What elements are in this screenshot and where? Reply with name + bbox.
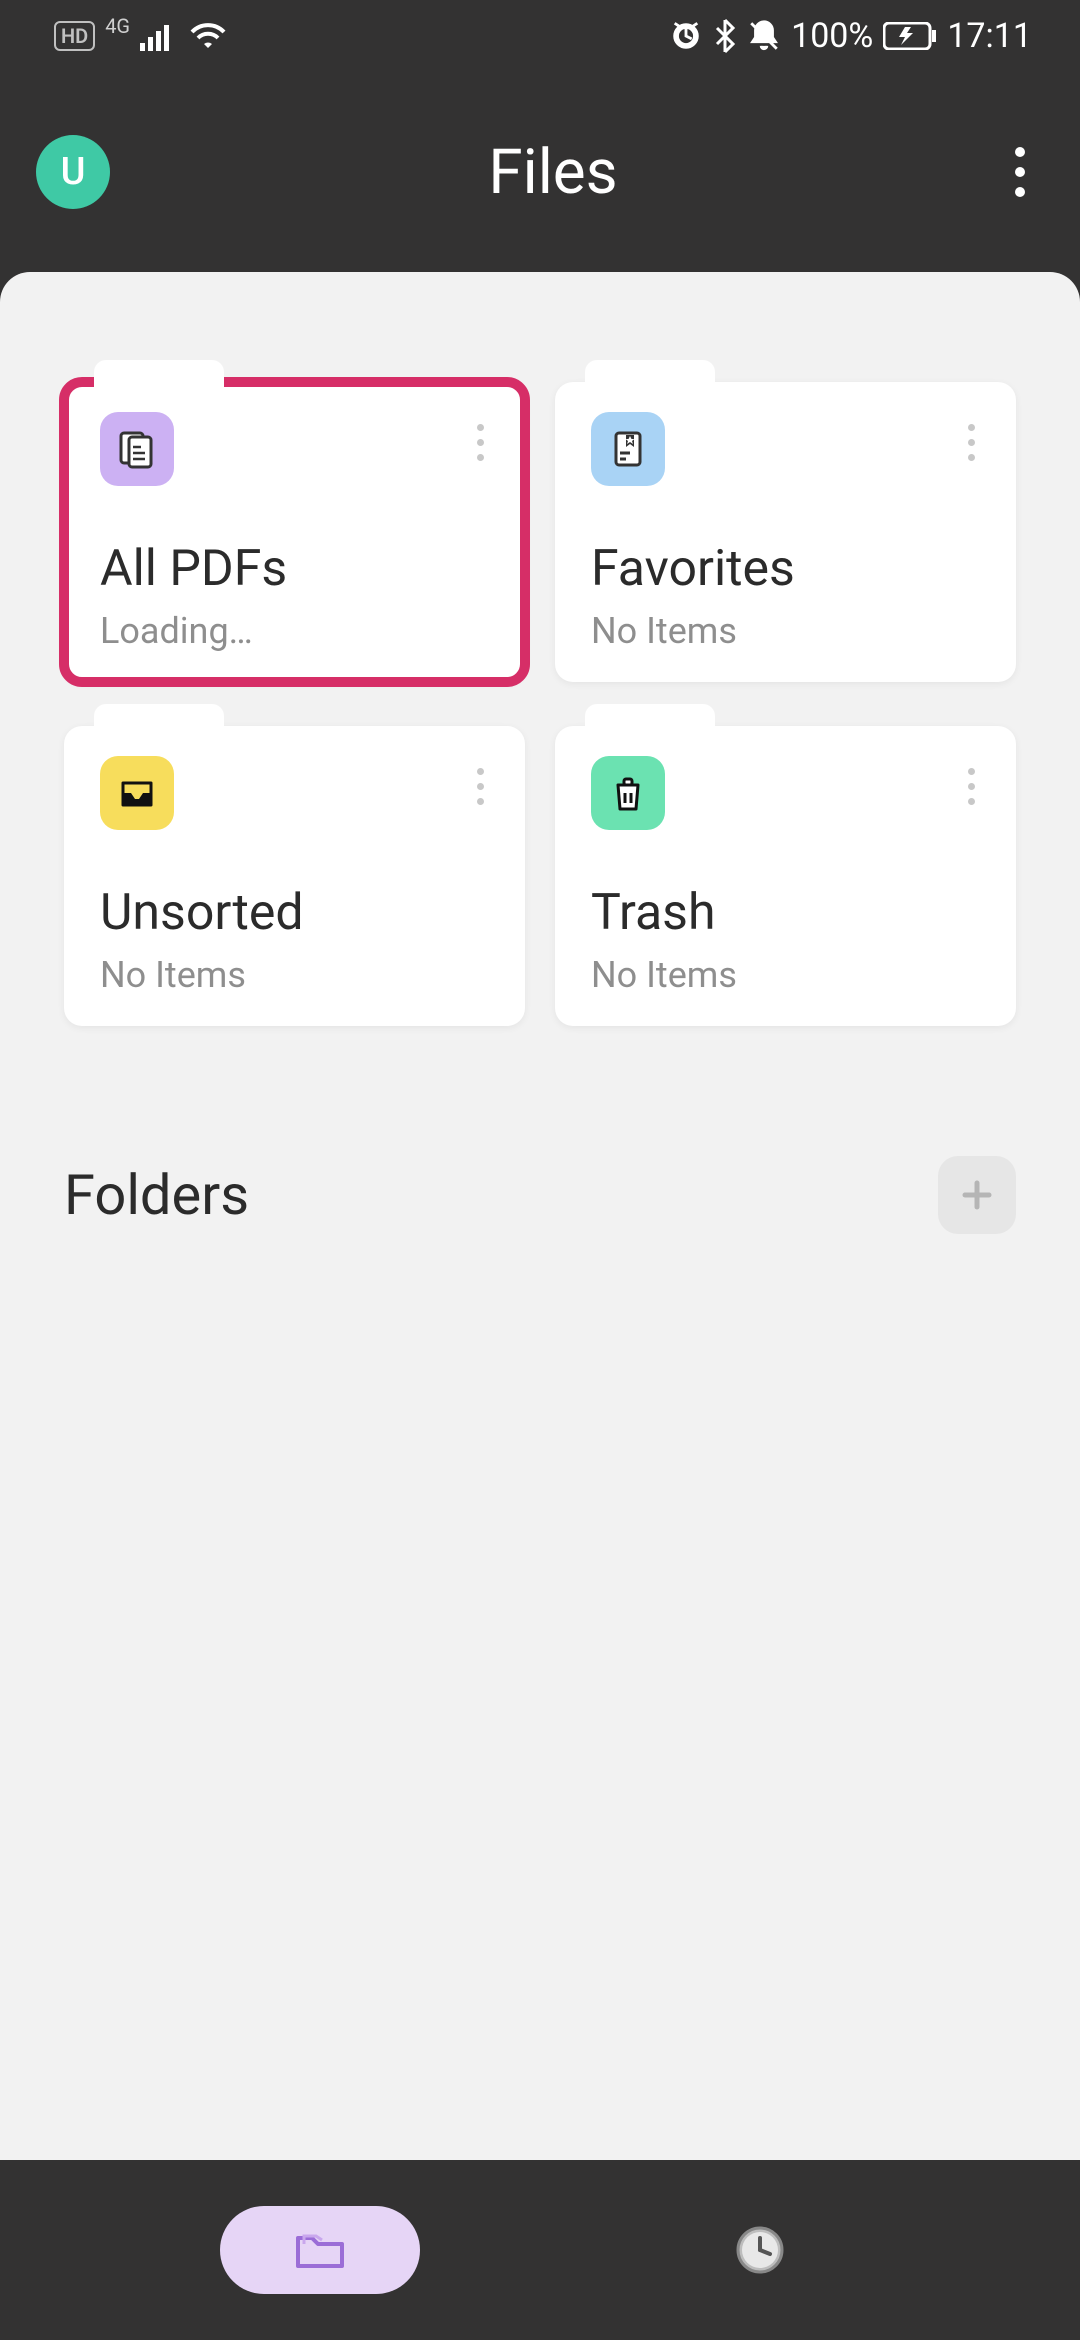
battery-percent: 100%: [791, 16, 873, 56]
folders-section-title: Folders: [64, 1162, 249, 1228]
hd-icon: HD: [54, 21, 95, 51]
status-right: 100% 17:11: [669, 16, 1032, 56]
status-bar: HD 4G 100% 17:11: [0, 0, 1080, 72]
bell-muted-icon: [747, 19, 781, 53]
battery-icon: [883, 22, 937, 50]
card-menu-button[interactable]: [956, 418, 986, 466]
card-subtitle: No Items: [591, 954, 984, 996]
status-left: HD 4G: [54, 20, 228, 52]
network-icon: 4G: [105, 14, 130, 38]
card-all-pdfs[interactable]: All PDFs Loading…: [64, 382, 525, 682]
nav-files[interactable]: [220, 2206, 420, 2294]
card-title: All PDFs: [100, 540, 493, 598]
overflow-menu-button[interactable]: [996, 132, 1044, 212]
card-title: Unsorted: [100, 884, 493, 942]
avatar[interactable]: U: [36, 135, 110, 209]
clock-text: 17:11: [947, 16, 1032, 56]
clock-icon: [734, 2224, 786, 2276]
card-title: Favorites: [591, 540, 984, 598]
trash-icon: [591, 756, 665, 830]
bluetooth-icon: [713, 18, 737, 54]
app-bar: U Files: [0, 72, 1080, 272]
card-unsorted[interactable]: Unsorted No Items: [64, 726, 525, 1026]
signal-icon: [140, 21, 178, 51]
documents-icon: [100, 412, 174, 486]
page-title: Files: [488, 136, 617, 209]
inbox-icon: [100, 756, 174, 830]
main-content: All PDFs Loading… Favorites No Items: [0, 272, 1080, 2160]
card-menu-button[interactable]: [465, 418, 495, 466]
card-subtitle: No Items: [591, 610, 984, 652]
category-grid: All PDFs Loading… Favorites No Items: [64, 382, 1016, 1026]
alarm-icon: [669, 19, 703, 53]
card-title: Trash: [591, 884, 984, 942]
folder-icon: [292, 2226, 348, 2274]
avatar-initial: U: [61, 150, 86, 194]
wifi-icon: [188, 20, 228, 52]
card-subtitle: No Items: [100, 954, 493, 996]
card-favorites[interactable]: Favorites No Items: [555, 382, 1016, 682]
plus-icon: [957, 1175, 997, 1215]
nav-recent[interactable]: [660, 2206, 860, 2294]
bottom-nav: [0, 2160, 1080, 2340]
card-subtitle: Loading…: [100, 610, 493, 652]
add-folder-button[interactable]: [938, 1156, 1016, 1234]
card-trash[interactable]: Trash No Items: [555, 726, 1016, 1026]
card-menu-button[interactable]: [465, 762, 495, 810]
folders-section-header: Folders: [64, 1156, 1016, 1234]
favorite-icon: [591, 412, 665, 486]
card-menu-button[interactable]: [956, 762, 986, 810]
